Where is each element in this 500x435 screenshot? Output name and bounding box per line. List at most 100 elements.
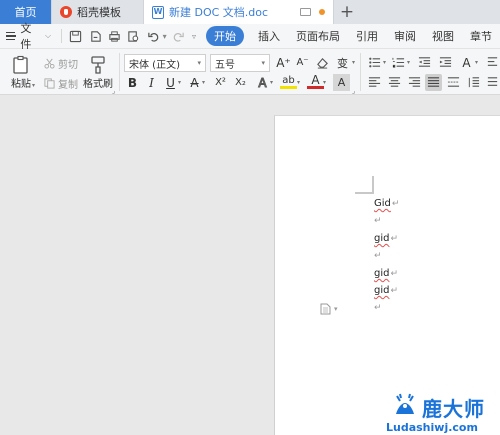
underline-dropdown-icon[interactable]: ▾ xyxy=(178,79,181,86)
font-size-select[interactable]: 五号 ▾ xyxy=(210,54,270,72)
bullets-button[interactable] xyxy=(366,54,383,71)
monitor-icon[interactable] xyxy=(300,8,311,16)
menu-item-insert[interactable]: 插入 xyxy=(250,28,288,44)
strikethrough-dropdown-icon[interactable]: ▾ xyxy=(202,79,205,86)
cut-button[interactable]: 剪切 xyxy=(44,56,78,71)
line-spacing-button[interactable] xyxy=(465,74,482,91)
redo-icon[interactable] xyxy=(171,28,186,44)
word-doc-icon: W xyxy=(152,5,164,19)
font-color-button[interactable]: A xyxy=(307,73,324,89)
text-effect-dropdown-icon[interactable]: ▾ xyxy=(270,79,273,86)
sort-button[interactable]: A xyxy=(458,54,475,71)
document-line[interactable]: Gid↵ xyxy=(374,198,399,209)
distributed-icon xyxy=(447,77,460,87)
highlight-button[interactable]: ab xyxy=(280,74,297,89)
watermark: 鹿大师 Ludashiwj.com xyxy=(386,392,500,435)
copy-button[interactable]: 复制 xyxy=(44,76,78,91)
document-line[interactable]: gid↵ xyxy=(374,233,398,244)
document-text: Gid xyxy=(374,198,391,209)
numbering-button[interactable] xyxy=(390,54,407,71)
superscript-button[interactable]: X² xyxy=(212,74,229,91)
tab-document[interactable]: W 新建 DOC 文档.doc xyxy=(144,0,334,24)
underline-button[interactable]: U xyxy=(162,74,179,91)
tab-templates[interactable]: 稻壳模板 xyxy=(52,0,144,24)
sort-dropdown-icon[interactable]: ▾ xyxy=(475,59,478,66)
menu-bar: 文件 ⌵ ▾ ▿ 开始 插入 页面布局 引用 审阅 视图 章节 xyxy=(0,22,500,51)
numbering-dropdown-icon[interactable]: ▾ xyxy=(407,59,410,66)
ribbon-toolbar: 粘贴 ▾ 剪切 复制 格式刷 ⌟ 宋体 (正文) ▾ 五号 ▾ A⁺ A⁻ 变 … xyxy=(0,49,500,95)
font-family-select[interactable]: 宋体 (正文) ▾ xyxy=(124,54,206,72)
font-family-value: 宋体 (正文) xyxy=(129,59,180,71)
clipboard-group-expander-icon[interactable]: ⌟ xyxy=(112,87,115,95)
paragraph-mark: ↵ xyxy=(374,216,382,226)
pilcrow-icon xyxy=(487,77,498,86)
file-menu-label: 文件 xyxy=(20,22,32,51)
font-color-dropdown-icon[interactable]: ▾ xyxy=(323,79,326,86)
export-pdf-icon[interactable] xyxy=(87,28,102,44)
document-line[interactable]: gid↵ xyxy=(374,268,398,279)
phonetic-guide-button[interactable]: 变 xyxy=(334,54,351,71)
italic-button[interactable]: I xyxy=(143,74,160,91)
copy-label: 复制 xyxy=(58,80,78,91)
paragraph-mark: ↵ xyxy=(390,286,399,296)
char-shading-button[interactable]: A xyxy=(333,74,350,91)
increase-indent-button[interactable] xyxy=(437,54,454,71)
document-text: gid xyxy=(374,233,390,244)
undo-dropdown-icon[interactable]: ▾ xyxy=(163,32,167,41)
align-right-button[interactable] xyxy=(406,74,423,91)
format-painter-button[interactable]: 格式刷 xyxy=(82,53,114,91)
paste-dropdown-icon[interactable]: ▾ xyxy=(32,82,35,89)
paste-label: 粘贴 xyxy=(11,78,31,90)
subscript-button[interactable]: X₂ xyxy=(232,74,249,91)
align-center-icon xyxy=(388,77,401,87)
save-icon[interactable] xyxy=(68,28,83,44)
print-icon[interactable] xyxy=(107,28,122,44)
menu-item-chapter[interactable]: 章节 xyxy=(462,28,500,44)
new-tab-button[interactable]: + xyxy=(334,0,360,24)
shrink-font-button[interactable]: A⁻ xyxy=(294,54,311,71)
highlight-dropdown-icon[interactable]: ▾ xyxy=(297,79,300,86)
distributed-button[interactable] xyxy=(445,74,462,91)
justify-button[interactable] xyxy=(425,74,442,91)
align-center-button[interactable] xyxy=(386,74,403,91)
chinese-layout-button[interactable] xyxy=(484,54,500,71)
print-preview-icon[interactable] xyxy=(126,28,141,44)
customize-quickbar-icon[interactable]: ▿ xyxy=(192,32,196,41)
menu-item-start[interactable]: 开始 xyxy=(206,26,245,46)
outdent-icon xyxy=(418,57,431,67)
paragraph-mark: ↵ xyxy=(390,234,399,244)
font-group-expander-icon[interactable]: ⌟ xyxy=(352,87,355,95)
eraser-icon xyxy=(317,57,328,69)
menu-item-review[interactable]: 审阅 xyxy=(386,28,424,44)
strikethrough-button[interactable]: A xyxy=(186,74,203,91)
subscript-icon: X₂ xyxy=(235,77,246,88)
clipboard-icon xyxy=(13,55,28,74)
phonetic-dropdown-icon[interactable]: ▾ xyxy=(352,59,355,66)
file-menu-button[interactable]: 文件 ⌵ xyxy=(0,20,57,52)
align-left-button[interactable] xyxy=(366,74,383,91)
undo-icon[interactable] xyxy=(145,28,160,44)
menu-item-page-layout[interactable]: 页面布局 xyxy=(288,28,348,44)
paragraph-mark-button[interactable] xyxy=(484,74,500,91)
menu-item-view[interactable]: 视图 xyxy=(424,28,462,44)
menu-item-references[interactable]: 引用 xyxy=(348,28,386,44)
underline-icon: U xyxy=(166,75,175,90)
decrease-indent-button[interactable] xyxy=(416,54,433,71)
bold-button[interactable]: B xyxy=(124,74,141,91)
text-effect-button[interactable]: A xyxy=(254,74,271,91)
chevron-down-icon: ⌵ xyxy=(45,31,52,40)
document-line[interactable]: gid↵ xyxy=(374,285,398,296)
chevron-down-icon: ▾ xyxy=(197,59,201,67)
paragraph-layout-button[interactable]: ▾ xyxy=(320,303,338,315)
grow-font-button[interactable]: A⁺ xyxy=(275,54,292,71)
bullets-dropdown-icon[interactable]: ▾ xyxy=(383,59,386,66)
clear-format-button[interactable] xyxy=(314,54,331,71)
superscript-icon: X² xyxy=(215,77,226,88)
align-right-icon xyxy=(408,77,421,87)
paragraph-mark: ↵ xyxy=(390,269,399,279)
layout-icon xyxy=(487,57,498,66)
ribbon-divider xyxy=(360,53,361,91)
watermark-brand: 鹿大师 xyxy=(422,397,485,421)
chevron-down-icon: ▾ xyxy=(334,305,338,313)
indent-icon xyxy=(439,57,452,67)
